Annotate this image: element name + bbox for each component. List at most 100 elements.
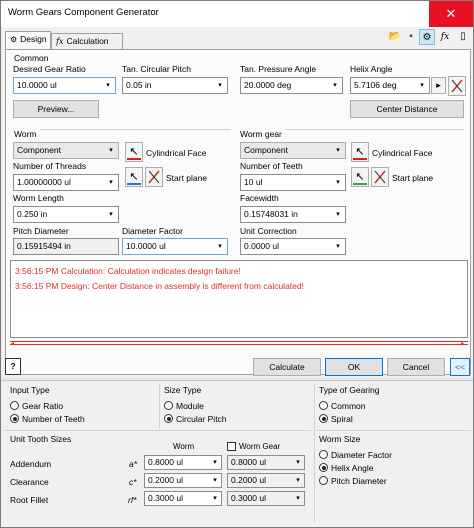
radio-helix-angle[interactable] (319, 463, 328, 472)
pitch-diameter-label: Pitch Diameter (13, 226, 69, 236)
worm-gear-type-value: Component (244, 145, 288, 155)
worm-divider (13, 129, 231, 130)
helix-arrow-button[interactable]: ▸ (431, 77, 446, 94)
root-fillet-worm-field[interactable]: 0.3000 ul ▾ (144, 491, 222, 506)
collapse-button[interactable]: << (450, 358, 470, 376)
radio-diameter-factor[interactable] (319, 450, 328, 459)
chevron-down-icon[interactable]: ▾ (213, 78, 227, 93)
chevron-down-icon[interactable]: ▾ (331, 239, 345, 254)
preview-button[interactable]: Preview... (13, 100, 99, 118)
addendum-worm-field[interactable]: 0.8000 ul ▾ (144, 455, 222, 470)
root-fillet-gear-value: 0.3000 ul (231, 493, 266, 503)
common-option-label: Common (331, 401, 366, 411)
worm-title: Worm (14, 129, 40, 139)
pitch-value: 0.05 in (126, 80, 152, 90)
center-distance-button[interactable]: Center Distance (350, 100, 464, 118)
chevron-down-icon[interactable]: ▾ (209, 456, 221, 469)
more-icon[interactable]: ▯ (455, 29, 471, 45)
diameter-factor-option-label: Diameter Factor (331, 450, 392, 460)
left-marker-icon: ◂ (11, 341, 15, 347)
chevron-down-icon[interactable]: ▾ (331, 143, 345, 158)
chevron-down-icon: ▾ (296, 459, 300, 466)
diameter-factor-value: 10.0000 ul (126, 241, 166, 251)
gear-ratio-field[interactable]: 10.0000 ul ▾ (13, 77, 116, 94)
chevron-down-icon[interactable]: ▾ (331, 207, 345, 222)
chevron-down-icon[interactable]: ▾ (104, 207, 118, 222)
radio-spiral[interactable] (319, 414, 328, 423)
worm-cylinder-select-button[interactable]: ↖ (125, 142, 143, 162)
radio-number-of-teeth[interactable] (10, 414, 19, 423)
radio-pitch-diameter[interactable] (319, 476, 328, 485)
ok-button[interactable]: OK (325, 358, 383, 376)
threads-field[interactable]: 1.00000000 ul ▾ (13, 174, 119, 191)
helix-angle-value: 5.7106 deg (354, 80, 397, 90)
message-line: 3:56:15 PM Design: Center Distance in as… (15, 281, 304, 291)
message-log[interactable]: 3:56:15 PM Calculation: Calculation indi… (10, 260, 468, 338)
red-marker (353, 158, 367, 160)
radio-circular-pitch[interactable] (164, 414, 173, 423)
spiral-option-label: Spiral (331, 414, 353, 424)
gear-flip-button[interactable] (371, 167, 389, 187)
gear-ratio-label: Desired Gear Ratio (13, 64, 86, 74)
gear-cylinder-select-button[interactable]: ↖ (351, 142, 369, 162)
radio-gear-ratio[interactable] (10, 401, 19, 410)
formula-icon[interactable]: fx (437, 29, 453, 45)
tab-calculation[interactable]: fx Calculation (51, 33, 123, 49)
pressure-angle-field[interactable]: 20.0000 deg ▾ (240, 77, 343, 94)
radio-common[interactable] (319, 401, 328, 410)
help-button[interactable]: ? (5, 358, 21, 375)
close-button[interactable]: ✕ (429, 1, 473, 27)
design-tab-icon: ⚙ (10, 35, 18, 44)
chevron-down-icon[interactable]: ▾ (331, 175, 345, 190)
message-divider (10, 341, 468, 342)
helix-flip-button[interactable] (448, 76, 466, 96)
worm-length-field[interactable]: 0.250 in ▾ (13, 206, 119, 223)
worm-cylindrical-face-label: Cylindrical Face (146, 148, 207, 158)
chevron-down-icon[interactable]: ▾ (104, 143, 118, 158)
save-icon[interactable]: ▪ (403, 29, 419, 45)
chevron-down-icon[interactable]: ▾ (328, 78, 342, 93)
chevron-down-icon[interactable]: ▾ (213, 239, 227, 254)
worm-gear-checkbox[interactable] (227, 442, 236, 451)
right-marker-icon: ▸ (461, 341, 465, 347)
teeth-field[interactable]: 10 ul ▾ (240, 174, 346, 191)
chevron-down-icon[interactable]: ▾ (209, 474, 221, 487)
diameter-factor-field[interactable]: 10.0000 ul ▾ (122, 238, 228, 255)
chevron-down-icon[interactable]: ▾ (415, 78, 429, 93)
worm-length-label: Worm Length (13, 193, 64, 203)
facewidth-field[interactable]: 0.15748031 in ▾ (240, 206, 346, 223)
helix-angle-field[interactable]: 5.7106 deg ▾ (350, 77, 430, 94)
gearing-type-title: Type of Gearing (319, 385, 380, 395)
tab-design-label: Design (20, 34, 47, 44)
chevron-down-icon[interactable]: ▾ (101, 78, 115, 93)
clearance-worm-field[interactable]: 0.2000 ul ▾ (144, 473, 222, 488)
cancel-button[interactable]: Cancel (387, 358, 445, 376)
addendum-gear-value: 0.8000 ul (231, 457, 266, 467)
unit-correction-field[interactable]: 0.0000 ul ▾ (240, 238, 346, 255)
unit-correction-value: 0.0000 ul (244, 241, 279, 251)
pitch-field[interactable]: 0.05 in ▾ (122, 77, 228, 94)
worm-flip-button[interactable] (145, 167, 163, 187)
teeth-label: Number of Teeth (240, 161, 303, 171)
calculate-button[interactable]: Calculate (253, 358, 321, 376)
root-fillet-label: Root Fillet (10, 495, 49, 505)
cursor-arrow-icon: ↖ (355, 171, 365, 183)
root-fillet-worm-value: 0.3000 ul (148, 493, 183, 503)
worm-gear-type-combo[interactable]: Component ▾ (240, 142, 346, 159)
open-file-icon[interactable]: 📂 (387, 29, 403, 45)
chevron-down-icon[interactable]: ▾ (209, 492, 221, 505)
gear-plane-select-button[interactable]: ↖ (351, 167, 369, 187)
worm-plane-select-button[interactable]: ↖ (125, 167, 143, 187)
worm-type-combo[interactable]: Component ▾ (13, 142, 119, 159)
number-of-teeth-option-label: Number of Teeth (22, 414, 85, 424)
cursor-arrow-icon: ↖ (355, 146, 365, 158)
pitch-diameter-field[interactable]: 0.15915494 in (13, 238, 119, 255)
radio-module[interactable] (164, 401, 173, 410)
gear-ratio-option-label: Gear Ratio (22, 401, 64, 411)
facewidth-label: Facewidth (240, 193, 279, 203)
settings-icon[interactable]: ⚙ (419, 29, 435, 45)
chevron-down-icon[interactable]: ▾ (104, 175, 118, 190)
addendum-symbol: a* (129, 459, 138, 469)
tab-design[interactable]: ⚙ Design (5, 31, 51, 49)
separator (5, 430, 311, 431)
